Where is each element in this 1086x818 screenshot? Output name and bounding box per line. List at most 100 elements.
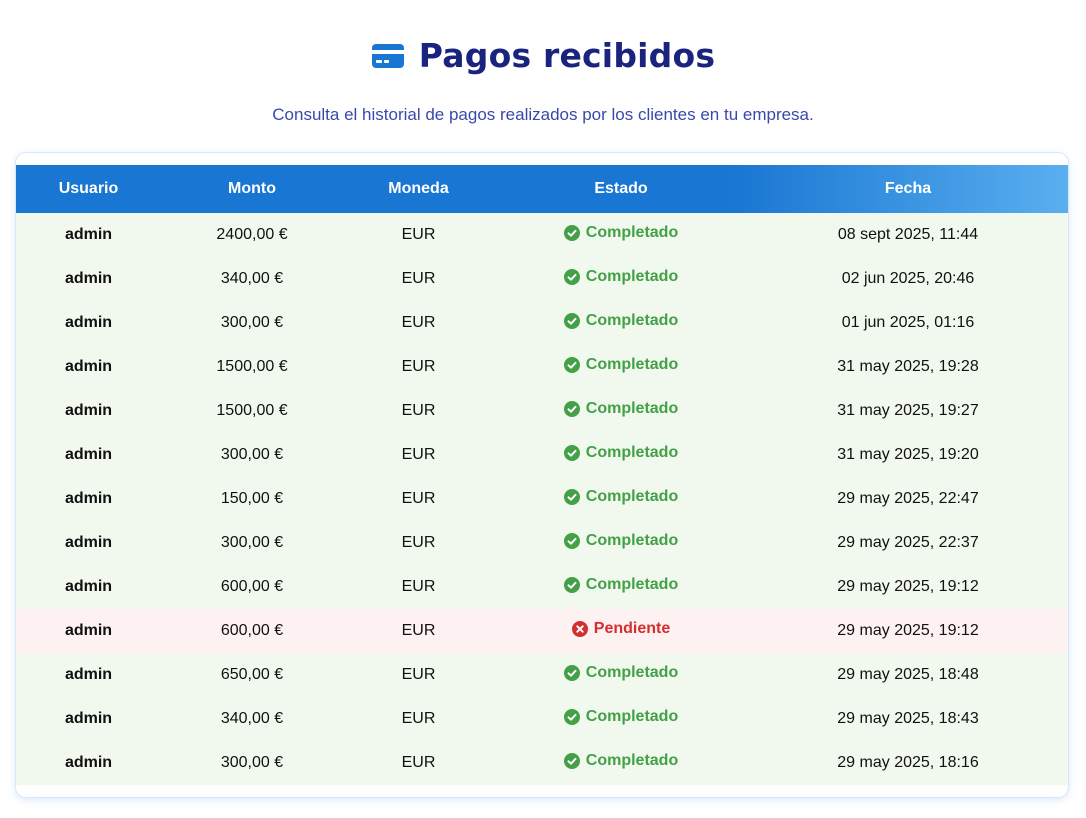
status-label: Completado [585,268,679,285]
usuario-cell: admin [64,314,113,331]
estado-cell: Completado [494,697,748,741]
monto-cell: 1500,00 € [216,402,288,419]
page-title: Pagos recibidos [418,36,716,75]
estado-cell: Completado [494,741,748,785]
table-header: Usuario Monto Moneda Estado Fecha [16,165,1068,213]
status-badge: Completado [563,356,679,374]
usuario-cell: admin [64,578,113,595]
moneda-cell: EUR [401,402,436,419]
status-label: Completado [585,312,679,329]
usuario-cell: admin [64,490,113,507]
fecha-cell: 01 jun 2025, 01:16 [841,314,975,331]
fecha-cell: 02 jun 2025, 20:46 [841,270,975,287]
usuario-cell: admin [64,534,113,551]
estado-cell: Completado [494,521,748,565]
status-label: Completado [585,708,679,725]
payments-table: Usuario Monto Moneda Estado Fecha admin 2… [16,165,1068,785]
check-circle-icon [563,269,580,285]
fecha-cell: 08 sept 2025, 11:44 [837,226,979,243]
check-circle-icon [563,401,580,417]
credit-card-icon [371,42,405,70]
moneda-cell: EUR [401,226,436,243]
monto-cell: 340,00 € [220,710,284,727]
status-badge: Completado [563,224,679,242]
status-badge: Completado [563,268,679,286]
monto-cell: 600,00 € [220,578,284,595]
status-badge: Completado [563,752,679,770]
status-label: Completado [585,356,679,373]
column-header-estado[interactable]: Estado [494,165,748,213]
table-row: admin 300,00 € EUR Completado 31 may 2025, 1… [16,433,1068,477]
column-header-monto[interactable]: Monto [161,165,343,213]
moneda-cell: EUR [401,490,436,507]
table-row: admin 300,00 € EUR Completado 01 jun 2025, 0… [16,301,1068,345]
status-label: Completado [585,664,679,681]
check-circle-icon [563,577,580,593]
check-circle-icon [563,225,580,241]
moneda-cell: EUR [401,754,436,771]
moneda-cell: EUR [401,666,436,683]
fecha-cell: 29 may 2025, 19:12 [837,578,979,595]
check-circle-icon [563,445,580,461]
status-badge: Completado [563,400,678,418]
monto-cell: 300,00 € [220,754,284,771]
table-row: admin 600,00 € EUR Completado 29 may 2025, 1… [16,565,1068,609]
check-circle-icon [563,489,580,505]
status-badge: Completado [563,444,679,462]
fecha-cell: 29 may 2025, 18:16 [837,754,979,771]
status-label: Completado [585,752,679,769]
page-header: Pagos recibidos [0,36,1086,75]
usuario-cell: admin [64,622,113,639]
usuario-cell: admin [64,446,113,463]
payments-card: Usuario Monto Moneda Estado Fecha admin 2… [16,153,1068,797]
estado-cell: Completado [494,565,748,609]
table-row: admin 340,00 € EUR Completado 29 may 2025, 1… [16,697,1068,741]
estado-cell: Completado [494,477,748,521]
fecha-cell: 31 may 2025, 19:27 [837,402,979,419]
check-circle-icon [563,753,580,769]
table-row: admin 650,00 € EUR Completado 29 may 2025, 1… [16,653,1068,697]
status-badge: Completado [563,488,679,506]
status-label: Completado [585,224,679,241]
status-badge: Completado [563,312,679,330]
moneda-cell: EUR [401,534,436,551]
status-badge: Pendiente [571,620,670,638]
fecha-cell: 29 may 2025, 18:43 [837,710,979,727]
moneda-cell: EUR [401,446,436,463]
table-body: admin 2400,00 € EUR Completado 08 sept 2025,… [16,213,1068,785]
table-row: admin 1500,00 € EUR Completado 31 may 2025, … [16,345,1068,389]
check-circle-icon [563,665,580,681]
estado-cell: Completado [494,213,748,257]
check-circle-icon [563,709,580,725]
fecha-cell: 29 may 2025, 18:48 [837,666,979,683]
fecha-cell: 29 may 2025, 22:37 [837,534,979,551]
usuario-cell: admin [64,270,113,287]
status-label: Completado [585,488,679,505]
payments-page: Pagos recibidos Consulta el historial de… [0,0,1086,818]
fecha-cell: 29 may 2025, 19:12 [837,622,979,639]
estado-cell: Completado [494,653,748,697]
table-row: admin 2400,00 € EUR Completado 08 sept 2025,… [16,213,1068,257]
usuario-cell: admin [64,226,113,243]
table-row: admin 150,00 € EUR Completado 29 may 2025, 2… [16,477,1068,521]
status-badge: Completado [563,576,678,594]
estado-cell: Completado [494,301,748,345]
column-header-fecha[interactable]: Fecha [748,165,1068,213]
check-circle-icon [563,313,580,329]
column-header-moneda[interactable]: Moneda [343,165,494,213]
moneda-cell: EUR [401,710,436,727]
check-circle-icon [563,357,580,373]
estado-cell: Completado [494,389,748,433]
fecha-cell: 31 may 2025, 19:20 [837,446,979,463]
status-badge: Completado [563,664,679,682]
status-label: Completado [585,444,679,461]
monto-cell: 300,00 € [220,314,284,331]
header-row: Usuario Monto Moneda Estado Fecha [16,165,1068,213]
moneda-cell: EUR [401,314,436,331]
column-header-usuario[interactable]: Usuario [16,165,161,213]
usuario-cell: admin [64,754,113,771]
fecha-cell: 31 may 2025, 19:28 [837,358,979,375]
usuario-cell: admin [64,666,113,683]
x-circle-icon [571,621,588,637]
estado-cell: Completado [494,257,748,301]
